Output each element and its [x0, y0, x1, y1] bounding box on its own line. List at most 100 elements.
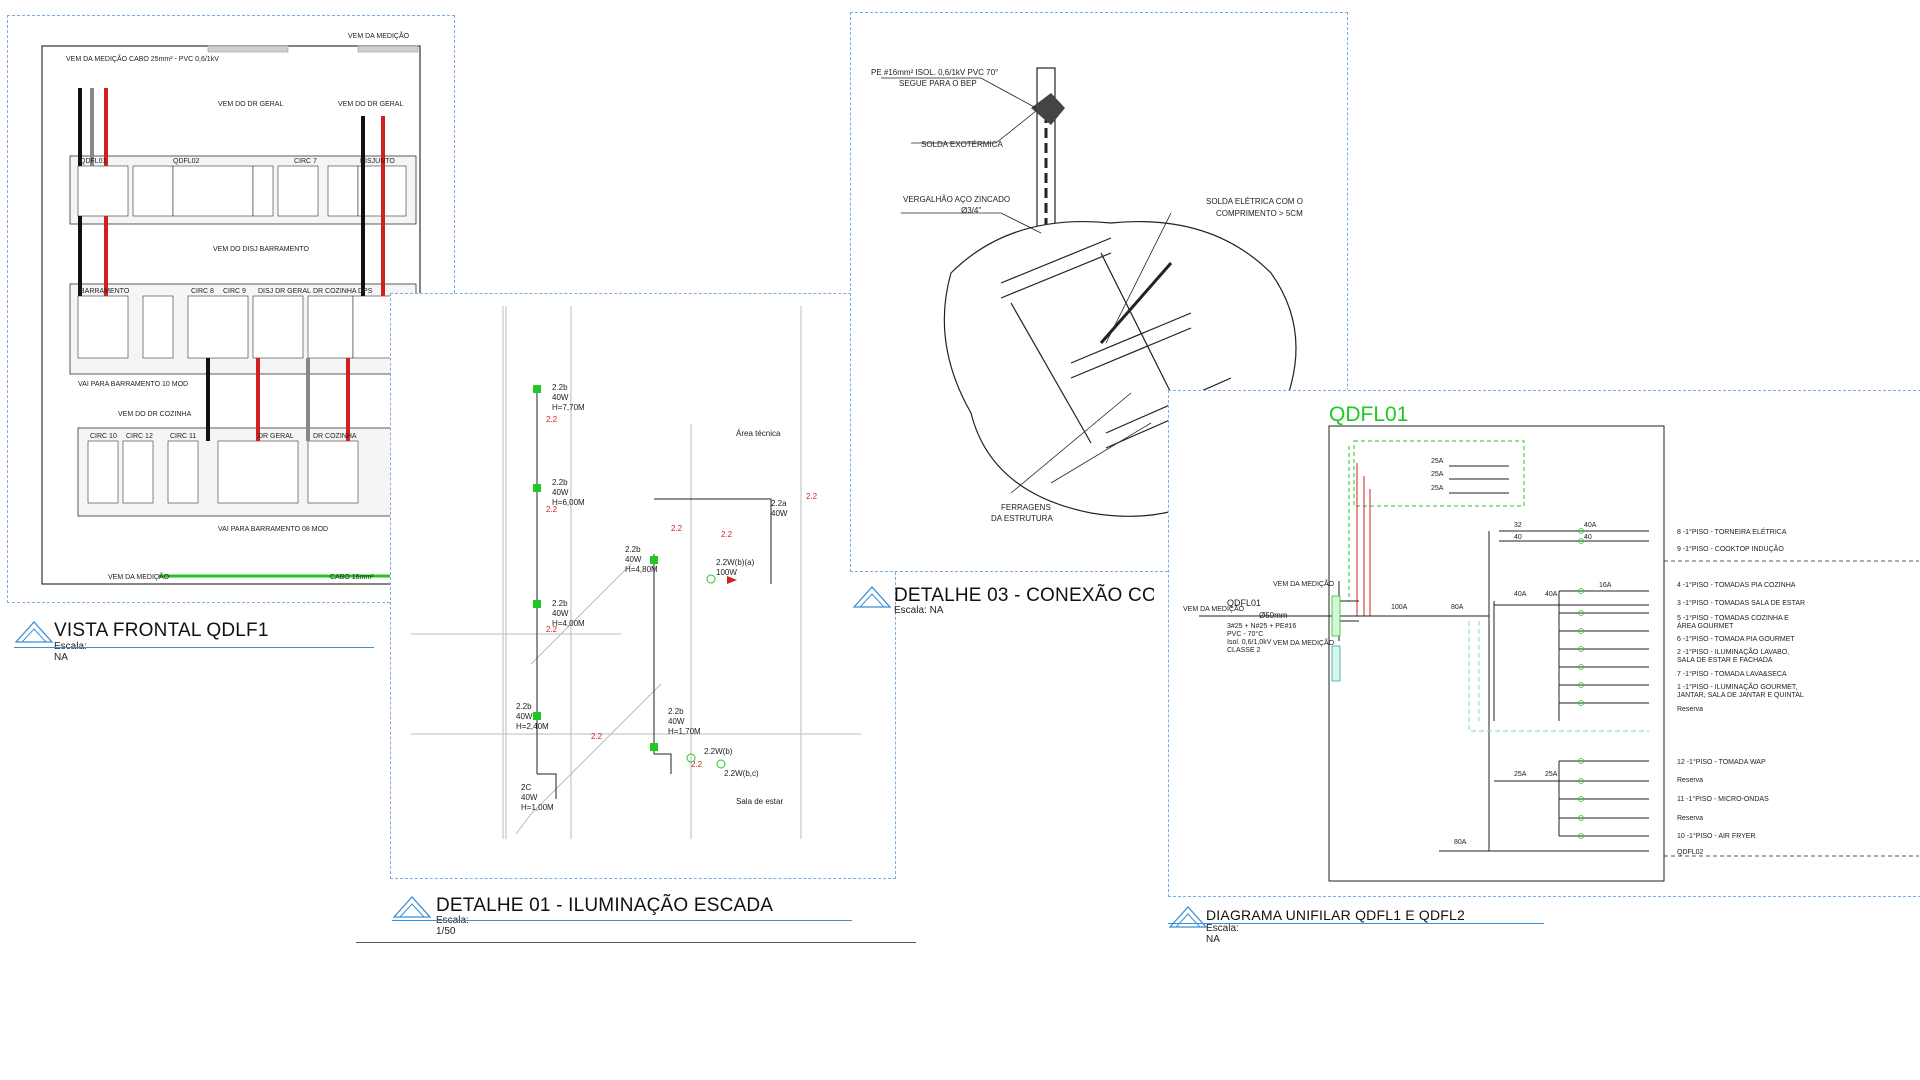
- svg-text:40W: 40W: [668, 717, 685, 726]
- svg-text:25A: 25A: [1514, 771, 1527, 778]
- callout-diam: Ø3/4": [961, 206, 981, 215]
- svg-text:H=1,70M: H=1,70M: [668, 727, 701, 736]
- main-size: Ø50mm: [1259, 611, 1288, 620]
- circuit-6: 6 -1°PISO - TOMADA PIA GOURMET: [1677, 635, 1795, 643]
- pt9-label: 2.2W(b)(a): [716, 558, 755, 567]
- circuit-reserva-2: Reserva: [1677, 777, 1703, 784]
- svg-text:DR COZINHA: DR COZINHA: [313, 288, 357, 295]
- svg-text:2.2: 2.2: [546, 505, 558, 514]
- circuit-reserva-3: Reserva: [1677, 815, 1703, 822]
- svg-text:ÁREA GOURMET: ÁREA GOURMET: [1677, 621, 1734, 630]
- svg-text:VEM DO DISJ BARRAMENTO: VEM DO DISJ BARRAMENTO: [213, 246, 309, 253]
- pt8-label: 2.2a: [771, 499, 787, 508]
- frontal-header-right: VEM DA MEDIÇÃO: [348, 31, 410, 40]
- svg-text:25A: 25A: [1431, 471, 1444, 478]
- circuit-1: 1 -1°PISO - ILUMINAÇÃO GOURMET,: [1677, 682, 1797, 691]
- svg-text:40W: 40W: [771, 509, 788, 518]
- circuit-2: 2 -1°PISO - ILUMINAÇÃO LAVABO,: [1677, 647, 1789, 656]
- svg-text:H=7,70M: H=7,70M: [552, 403, 585, 412]
- svg-text:32: 32: [1514, 522, 1522, 529]
- callout-estrutura: DA ESTRUTURA: [991, 514, 1053, 523]
- svg-text:CIRC 8: CIRC 8: [191, 288, 214, 295]
- pt10-label: 2.2W(b): [704, 747, 733, 756]
- svg-text:40W: 40W: [552, 609, 569, 618]
- svg-text:2.2: 2.2: [591, 732, 603, 741]
- unifilar-board-name: QDFL01: [1329, 403, 1408, 426]
- frontal-title-icon: [14, 621, 54, 643]
- circuit-qdfl02: QDFL02: [1677, 849, 1704, 856]
- svg-text:CABO 16mm²: CABO 16mm²: [330, 574, 374, 581]
- detalhe03-title-icon: [852, 586, 892, 608]
- svg-text:2.2: 2.2: [721, 530, 733, 539]
- room-sala-estar: Sala de estar: [736, 797, 783, 806]
- frontal-header-left: VEM DA MEDIÇÃO CABO 25mm² - PVC 0,6/1kV: [66, 54, 219, 63]
- frontal-title: VISTA FRONTAL QDLF1: [54, 620, 269, 641]
- input-3: VEM DA MEDIÇÃO: [1273, 638, 1335, 647]
- svg-text:DR COZINHA: DR COZINHA: [313, 433, 357, 440]
- detalhe01-title-block: DETALHE 01 - ILUMINAÇÃO ESCADA Escala: 1…: [392, 893, 852, 937]
- room-area-tecnica: Área técnica: [736, 429, 781, 438]
- pt11-label: 2.2W(b,c): [724, 769, 759, 778]
- svg-text:2.2: 2.2: [671, 524, 683, 533]
- circuit-5: 5 -1°PISO - TOMADAS COZINHA E: [1677, 614, 1789, 622]
- circuit-8: 8 -1°PISO - TORNEIRA ELÉTRICA: [1677, 527, 1787, 536]
- svg-text:80A: 80A: [1451, 604, 1464, 611]
- circuit-9: 9 -1°PISO - COOKTOP INDUÇÃO: [1677, 544, 1784, 553]
- unifilar-title: DIAGRAMA UNIFILAR QDFL1 E QDFL2: [1206, 907, 1466, 923]
- svg-text:40A: 40A: [1545, 591, 1558, 598]
- svg-text:40W: 40W: [552, 488, 569, 497]
- svg-text:DPS: DPS: [358, 288, 373, 295]
- svg-text:H=1,00M: H=1,00M: [521, 803, 554, 812]
- detalhe03-title-block: DETALHE 03 - CONEXÃO COM VIGA Escala: NA: [852, 583, 1154, 623]
- svg-text:CIRC 9: CIRC 9: [223, 288, 246, 295]
- svg-text:16A: 16A: [1599, 582, 1612, 589]
- svg-text:VEM DA MEDIÇÃO: VEM DA MEDIÇÃO: [108, 572, 170, 581]
- frontal-drawing: VEM DA MEDIÇÃO CABO 25mm² - PVC 0,6/1kV …: [41, 31, 421, 585]
- svg-text:CIRC 12: CIRC 12: [126, 433, 153, 440]
- svg-text:40: 40: [1584, 534, 1592, 541]
- detalhe01-title-icon: [392, 896, 432, 918]
- frontal-scale: Escala: NA: [54, 641, 87, 663]
- svg-text:80A: 80A: [1454, 839, 1467, 846]
- unifilar-title-block: DIAGRAMA UNIFILAR QDFL1 E QDFL2 Escala: …: [1168, 903, 1544, 945]
- svg-text:H=4,80M: H=4,80M: [625, 565, 658, 574]
- unifilar-title-icon: [1168, 906, 1208, 928]
- circuit-11: 11 -1°PISO - MICRO-ONDAS: [1677, 795, 1769, 803]
- svg-text:VEM DO DR GERAL: VEM DO DR GERAL: [218, 101, 283, 108]
- pt6-label: 2.2b: [625, 545, 641, 554]
- svg-text:3#25 + N#25 + PE#16: 3#25 + N#25 + PE#16: [1227, 623, 1296, 630]
- svg-text:CIRC 11: CIRC 11: [170, 433, 196, 440]
- svg-text:QDFL02: QDFL02: [173, 158, 200, 165]
- unifilar-drawing: QDFL01 VEM DA MEDIÇÃO VEM DA MEDIÇÃO VEM…: [1183, 403, 1919, 882]
- pt5-label: 2C: [521, 783, 531, 792]
- detalhe03-title: DETALHE 03 - CONEXÃO COM VIGA: [894, 585, 1154, 606]
- detalhe03-scale: Escala: NA: [894, 605, 944, 616]
- svg-text:100W: 100W: [716, 568, 737, 577]
- svg-text:BARRAMENTO: BARRAMENTO: [80, 288, 130, 295]
- svg-text:CLASSE 2: CLASSE 2: [1227, 647, 1261, 654]
- svg-text:40W: 40W: [552, 393, 569, 402]
- svg-text:40A: 40A: [1514, 591, 1527, 598]
- svg-text:VEM DO DR COZINHA: VEM DO DR COZINHA: [118, 411, 191, 418]
- svg-text:40: 40: [1514, 534, 1522, 541]
- svg-text:40W: 40W: [516, 712, 533, 721]
- pt3-label: 2.2b: [552, 599, 568, 608]
- svg-text:JANTAR, SALA DE JANTAR E QUINT: JANTAR, SALA DE JANTAR E QUINTAL: [1677, 692, 1804, 699]
- svg-text:SALA DE ESTAR E FACHADA: SALA DE ESTAR E FACHADA: [1677, 657, 1773, 664]
- unifilar-scale: Escala: NA: [1206, 923, 1239, 945]
- callout-comprimento: COMPRIMENTO > 5CM: [1216, 209, 1303, 218]
- svg-text:2.2: 2.2: [546, 625, 558, 634]
- svg-text:CIRC 7: CIRC 7: [294, 158, 317, 165]
- svg-text:40A: 40A: [1584, 522, 1597, 529]
- pt2-label: 2.2b: [552, 478, 568, 487]
- svg-text:DISJ DR GERAL: DISJ DR GERAL: [258, 288, 311, 295]
- svg-text:25A: 25A: [1545, 771, 1558, 778]
- callout-pe: PE #16mm² ISOL. 0,6/1kV PVC 70°: [871, 68, 998, 77]
- svg-text:25A: 25A: [1431, 458, 1444, 465]
- circuit-12: 12 -1°PISO - TOMADA WAP: [1677, 758, 1766, 766]
- svg-text:Isol. 0,6/1,0kV: Isol. 0,6/1,0kV: [1227, 639, 1272, 646]
- svg-text:25A: 25A: [1431, 485, 1444, 492]
- circuit-reserva-1: Reserva: [1677, 706, 1703, 713]
- main-label: QDFL01: [1227, 598, 1261, 608]
- circuit-7: 7 -1°PISO - TOMADA LAVA&SECA: [1677, 670, 1787, 678]
